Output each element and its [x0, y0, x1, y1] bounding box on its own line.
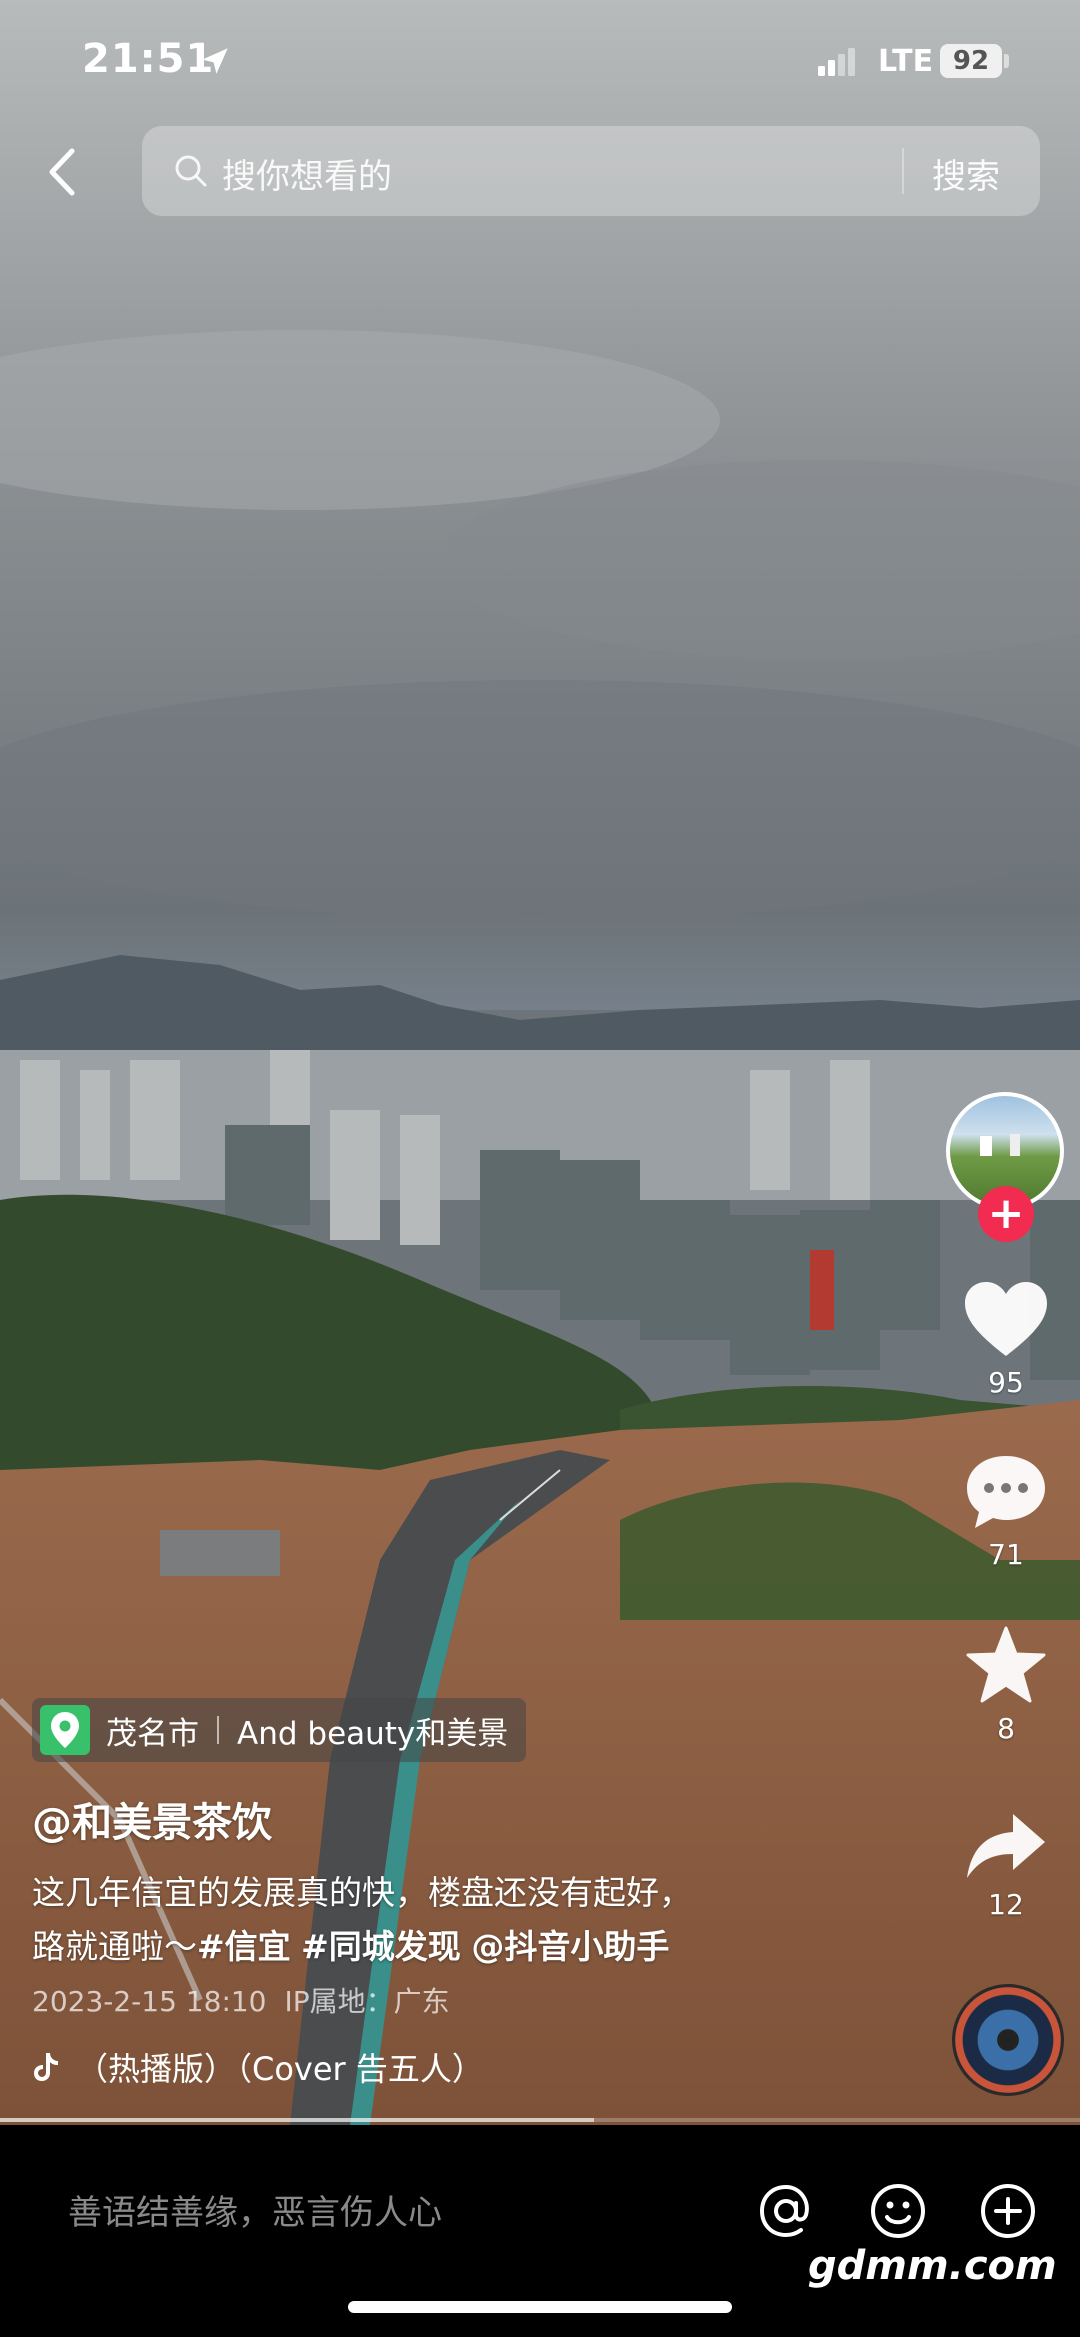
video-meta: 2023-2-15 18:10 IP属地：广东	[32, 1980, 450, 2020]
plus-icon[interactable]	[978, 2181, 1038, 2241]
emoji-icon[interactable]	[868, 2181, 928, 2241]
location-pin-icon	[40, 1705, 90, 1755]
favorite-count: 8	[997, 1712, 1015, 1745]
publish-date: 2023-2-15 18:10	[32, 1985, 267, 2018]
poi-tag[interactable]: 茂名市 And beauty和美景	[32, 1698, 527, 1762]
like-button[interactable]: 95	[946, 1282, 1066, 1399]
progress-fill	[0, 2118, 594, 2122]
hashtag-xinyi[interactable]: #信宜	[197, 1927, 291, 1966]
comment-bar: 善语结善缘，恶言伤人心 gdmm.com	[0, 2125, 1080, 2337]
share-icon	[967, 1814, 1045, 1878]
comment-input[interactable]: 善语结善缘，恶言伤人心	[68, 2185, 442, 2234]
comment-button[interactable]: 71	[946, 1454, 1066, 1571]
douyin-note-icon	[34, 2053, 58, 2081]
description-line-2: 路就通啦～#信宜 #同城发现 @抖音小助手	[32, 1920, 852, 1974]
mention-douyin-helper[interactable]: @抖音小助手	[471, 1927, 669, 1966]
follow-button[interactable]: +	[978, 1186, 1034, 1242]
hashtag-tongcheng[interactable]: #同城发现	[301, 1927, 461, 1966]
at-icon[interactable]	[756, 2181, 816, 2241]
back-icon	[49, 148, 75, 196]
battery-level: 92	[940, 44, 1002, 78]
signal-icon	[818, 48, 855, 76]
author-name[interactable]: @和美景茶饮	[32, 1790, 272, 1848]
like-count: 95	[988, 1366, 1024, 1399]
home-indicator	[348, 2301, 732, 2313]
description-text: 路就通啦～	[32, 1927, 197, 1966]
status-bar: 21:51 LTE 92	[0, 0, 1080, 120]
search-bar[interactable]: 搜你想看的 搜索	[142, 126, 1040, 216]
music-disc[interactable]	[952, 1984, 1064, 2096]
search-icon	[175, 155, 207, 187]
favorite-button[interactable]: 8	[946, 1626, 1066, 1745]
comment-icon	[967, 1456, 1045, 1528]
video-description: 这几年信宜的发展真的快，楼盘还没有起好， 路就通啦～#信宜 #同城发现 @抖音小…	[32, 1866, 852, 1974]
poi-divider	[217, 1716, 219, 1744]
music-title: （热播版）（Cover 告五人）	[76, 2050, 484, 2088]
network-type: LTE	[878, 44, 934, 79]
search-input[interactable]: 搜你想看的	[222, 149, 392, 198]
search-button[interactable]: 搜索	[932, 149, 1000, 198]
heart-icon	[965, 1282, 1047, 1356]
watermark: gdmm.com	[808, 2243, 1057, 2289]
back-button[interactable]	[36, 140, 86, 204]
status-time: 21:51	[82, 36, 215, 82]
battery-tip	[1004, 54, 1009, 68]
ip-location: IP属地：广东	[284, 1985, 450, 2018]
poi-city: 茂名市	[106, 1715, 199, 1752]
share-count: 12	[988, 1888, 1024, 1921]
location-arrow-icon	[202, 48, 228, 74]
comment-count: 71	[988, 1538, 1024, 1571]
video-progress[interactable]	[0, 2118, 1080, 2122]
search-divider	[902, 148, 904, 194]
plus-follow-icon: +	[987, 1188, 1025, 1239]
poi-name: And beauty和美景	[237, 1715, 509, 1752]
music-label[interactable]: （热播版）（Cover 告五人）	[32, 2044, 484, 2090]
star-icon	[966, 1626, 1046, 1703]
description-line-1: 这几年信宜的发展真的快，楼盘还没有起好，	[32, 1873, 692, 1912]
share-button[interactable]: 12	[946, 1812, 1066, 1921]
